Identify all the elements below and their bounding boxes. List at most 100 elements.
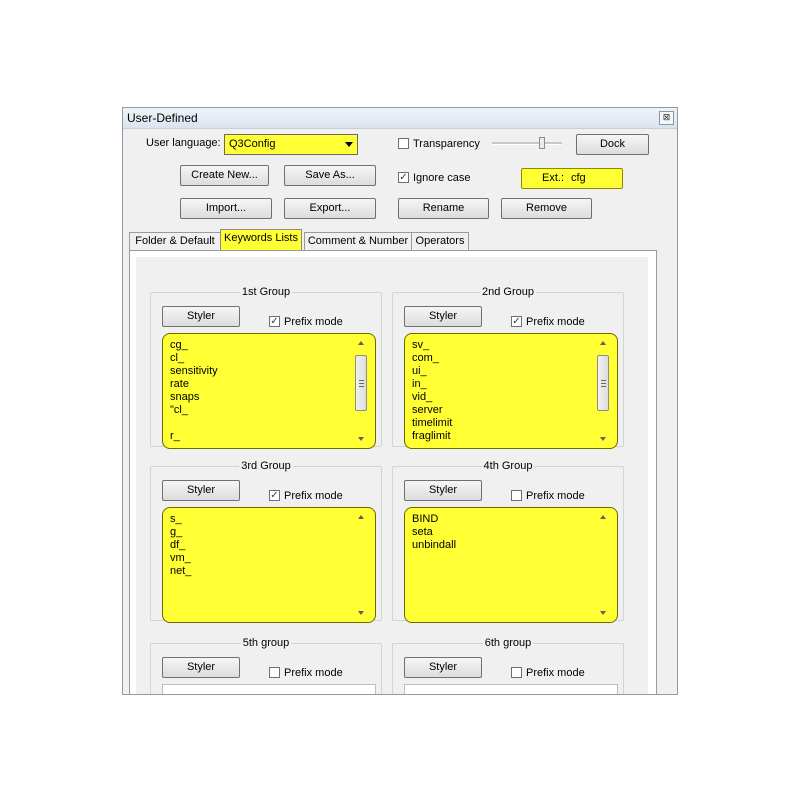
keyword-item: com_: [412, 352, 439, 364]
styler-button[interactable]: Styler: [404, 306, 482, 327]
scroll-down-icon[interactable]: [600, 611, 606, 615]
keyword-list[interactable]: [162, 684, 376, 694]
keywords-lists-pane: 1st Group Styler ✓ Prefix mode cg_ cl_ sensiti…: [129, 250, 657, 694]
scroll-up-icon[interactable]: [358, 515, 364, 519]
ignore-case-label: Ignore case: [413, 172, 471, 184]
user-defined-dialog: User-Defined ⊠ User language: Q3Config T…: [122, 107, 678, 695]
remove-button[interactable]: Remove: [501, 198, 592, 219]
dock-button[interactable]: Dock: [576, 134, 649, 155]
prefix-mode-checkbox[interactable]: ✓: [269, 316, 280, 327]
title-bar: User-Defined ⊠: [123, 108, 677, 129]
keyword-list[interactable]: BIND seta unbindall: [404, 507, 618, 623]
transparency-checkbox[interactable]: [398, 138, 409, 149]
group-title: 1st Group: [239, 286, 293, 298]
styler-button[interactable]: Styler: [162, 657, 240, 678]
transparency-slider[interactable]: [492, 142, 562, 145]
keyword-items: BIND seta unbindall: [412, 513, 456, 552]
import-button[interactable]: Import...: [180, 198, 272, 219]
keyword-item: server: [412, 404, 443, 416]
keyword-item: snaps: [170, 391, 200, 403]
prefix-mode-label: Prefix mode: [284, 667, 343, 679]
rename-button[interactable]: Rename: [398, 198, 489, 219]
tab-folder-default[interactable]: Folder & Default: [129, 232, 221, 251]
keyword-group-1: 1st Group Styler ✓ Prefix mode cg_ cl_ sensiti…: [150, 286, 382, 449]
groups-container: 1st Group Styler ✓ Prefix mode cg_ cl_ sensiti…: [136, 257, 648, 694]
keyword-list[interactable]: cg_ cl_ sensitivity rate snaps "cl_ r_: [162, 333, 376, 449]
keyword-group-3: 3rd Group Styler ✓ Prefix mode s_ g_ df_ vm_ net…: [150, 460, 382, 623]
keyword-item: vm_: [170, 552, 191, 564]
scroll-down-icon[interactable]: [358, 611, 364, 615]
styler-button[interactable]: Styler: [404, 657, 482, 678]
keyword-item: vid_: [412, 391, 433, 403]
group-title: 2nd Group: [480, 286, 536, 298]
prefix-mode-checkbox[interactable]: [269, 667, 280, 678]
create-new-button[interactable]: Create New...: [180, 165, 269, 186]
keyword-item: sensitivity: [170, 365, 218, 377]
keyword-item: BIND: [412, 513, 439, 525]
keyword-item: cl_: [170, 352, 185, 364]
export-button[interactable]: Export...: [284, 198, 376, 219]
keyword-item: sv_: [412, 339, 430, 351]
keyword-item: df_: [170, 539, 186, 551]
prefix-mode-label: Prefix mode: [284, 316, 343, 328]
scroll-down-icon[interactable]: [358, 437, 364, 441]
prefix-mode-checkbox[interactable]: [511, 490, 522, 501]
keyword-group-4: 4th Group Styler Prefix mode BIND seta unbind…: [392, 460, 624, 623]
scroll-thumb[interactable]: [597, 355, 609, 411]
tab-operators[interactable]: Operators: [411, 232, 469, 251]
keyword-item: in_: [412, 378, 427, 390]
keyword-item: unbindall: [412, 539, 457, 551]
list-scrollbar[interactable]: [354, 338, 369, 444]
close-icon[interactable]: ⊠: [659, 111, 674, 125]
scroll-up-icon[interactable]: [358, 341, 364, 345]
prefix-mode-checkbox[interactable]: ✓: [511, 316, 522, 327]
keyword-item: g_: [170, 526, 183, 538]
tab-keywords-lists[interactable]: Keywords Lists: [220, 229, 302, 251]
scroll-up-icon[interactable]: [600, 341, 606, 345]
keyword-item: rate: [170, 378, 189, 390]
ignore-case-checkbox[interactable]: ✓: [398, 172, 409, 183]
keyword-item: s_: [170, 513, 182, 525]
keyword-list[interactable]: s_ g_ df_ vm_ net_: [162, 507, 376, 623]
list-scrollbar[interactable]: [596, 512, 611, 618]
styler-button[interactable]: Styler: [162, 306, 240, 327]
scroll-up-icon[interactable]: [600, 515, 606, 519]
keyword-group-5: 5th group Styler Prefix mode: [150, 637, 382, 694]
prefix-mode-label: Prefix mode: [526, 667, 585, 679]
keyword-item: [170, 417, 218, 430]
styler-button[interactable]: Styler: [162, 480, 240, 501]
styler-button[interactable]: Styler: [404, 480, 482, 501]
chevron-down-icon: [345, 142, 353, 147]
ext-value: cfg: [571, 172, 586, 184]
transparency-slider-thumb[interactable]: [539, 137, 545, 149]
user-language-label: User language:: [146, 137, 221, 149]
scroll-down-icon[interactable]: [600, 437, 606, 441]
ext-field[interactable]: Ext.: cfg: [521, 168, 623, 189]
prefix-mode-checkbox[interactable]: [511, 667, 522, 678]
tab-comment-number[interactable]: Comment & Number: [304, 232, 412, 251]
list-scrollbar[interactable]: [354, 512, 369, 618]
keyword-item: timelimit: [412, 417, 453, 429]
keyword-item: cg_: [170, 339, 188, 351]
group-title: 6th group: [482, 637, 534, 649]
transparency-label: Transparency: [413, 138, 480, 150]
prefix-mode-label: Prefix mode: [284, 490, 343, 502]
prefix-mode-checkbox[interactable]: ✓: [269, 490, 280, 501]
keyword-group-2: 2nd Group Styler ✓ Prefix mode sv_ com_ ui_ in_…: [392, 286, 624, 449]
keyword-list[interactable]: sv_ com_ ui_ in_ vid_ server timelimit fraglimi…: [404, 333, 618, 449]
prefix-mode-label: Prefix mode: [526, 490, 585, 502]
keyword-item: fraglimit: [412, 430, 451, 442]
save-as-button[interactable]: Save As...: [284, 165, 376, 186]
prefix-mode-label: Prefix mode: [526, 316, 585, 328]
keyword-item: "cl_: [170, 404, 188, 416]
user-language-select[interactable]: Q3Config: [224, 134, 358, 155]
keyword-item: r_: [170, 430, 180, 442]
window-title: User-Defined: [127, 111, 198, 125]
list-scrollbar[interactable]: [596, 338, 611, 444]
keyword-item: ui_: [412, 365, 427, 377]
scroll-thumb[interactable]: [355, 355, 367, 411]
keyword-list[interactable]: [404, 684, 618, 694]
keyword-item: seta: [412, 526, 433, 538]
group-title: 4th Group: [481, 460, 535, 472]
keyword-items: sv_ com_ ui_ in_ vid_ server timelimit fraglimi…: [412, 339, 452, 443]
